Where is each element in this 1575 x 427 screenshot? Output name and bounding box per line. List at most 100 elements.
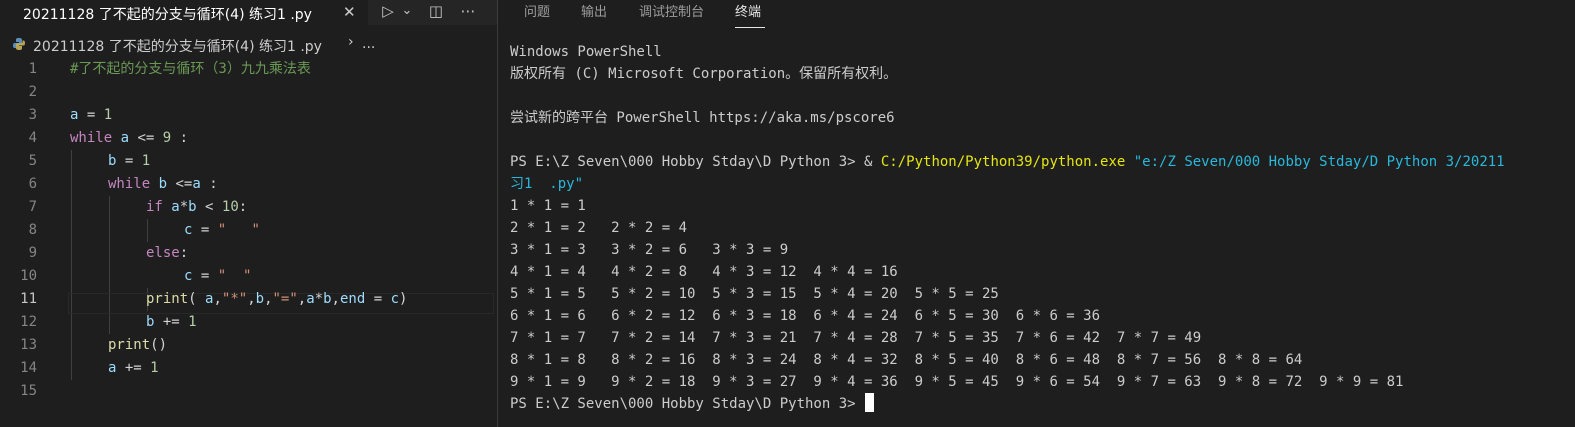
token-operator: += <box>116 360 151 376</box>
token-variable: b <box>158 176 168 192</box>
token-function: print <box>146 291 189 307</box>
token-operator: ) <box>399 291 408 307</box>
line-number: 10 <box>20 268 37 284</box>
terminal-line: 2 * 1 = 2 2 * 2 = 4 <box>510 220 688 236</box>
code-text: c = " " <box>184 219 260 242</box>
code-text: a += 1 <box>108 357 159 380</box>
tab-terminal[interactable]: 终端 <box>735 1 761 20</box>
token-variable: b <box>323 291 332 307</box>
line-number: 3 <box>28 107 37 123</box>
code-line: 7 if a*b < 10: <box>0 196 497 219</box>
token-number: 1 <box>150 360 159 376</box>
code-line: 2 <box>0 81 497 104</box>
line-number: 9 <box>28 245 37 261</box>
python-file-icon <box>13 38 25 50</box>
line-number: 8 <box>28 222 37 238</box>
line-number: 4 <box>28 130 37 146</box>
token-operator: * <box>314 291 324 307</box>
code-text: print() <box>108 334 167 357</box>
terminal-line: 8 * 1 = 8 8 * 2 = 16 8 * 3 = 24 8 * 4 = … <box>510 352 1303 368</box>
code-line: 13 print() <box>0 334 497 357</box>
breadcrumb-file[interactable]: 20211128 了不起的分支与循环(4) 练习1 .py <box>33 36 322 56</box>
close-icon[interactable]: ✕ <box>343 3 356 21</box>
token-keyword: if <box>146 199 163 215</box>
split-editor-icon[interactable]: ◫ <box>426 0 446 25</box>
chevron-down-icon[interactable]: ⌄ <box>400 0 414 25</box>
code-line: 1 #了不起的分支与循环（3）九九乘法表 <box>0 58 497 81</box>
token-operator: , <box>331 291 340 307</box>
terminal-line: 9 * 1 = 9 9 * 2 = 18 9 * 3 = 27 9 * 4 = … <box>510 374 1404 390</box>
token-operator: : <box>200 176 218 192</box>
editor-tab-bar: 20211128 了不起的分支与循环(4) 练习1 .py ✕ ▷ ⌄ ◫ ⋯ <box>0 0 497 25</box>
token-operator: = <box>365 291 391 307</box>
line-number: 2 <box>28 84 37 100</box>
more-actions-icon[interactable]: ⋯ <box>457 0 479 25</box>
editor-pane: 20211128 了不起的分支与循环(4) 练习1 .py ✕ ▷ ⌄ ◫ ⋯ … <box>0 0 497 427</box>
line-number: 12 <box>20 314 37 330</box>
chevron-right-icon: › <box>348 34 354 50</box>
token-operator: = <box>78 107 104 123</box>
token-operator: , <box>297 291 307 307</box>
run-icon[interactable]: ▷ <box>378 0 398 25</box>
token-number: 1 <box>188 314 197 330</box>
line-number: 5 <box>28 153 37 169</box>
code-text: #了不起的分支与循环（3）九九乘法表 <box>70 58 311 81</box>
code-text: else: <box>146 242 188 265</box>
token-keyword: while <box>108 176 151 192</box>
line-number: 14 <box>20 360 37 376</box>
terminal-line: Windows PowerShell <box>510 44 662 60</box>
token-operator: * <box>179 199 189 215</box>
code-text: if a*b < 10: <box>146 196 247 219</box>
active-tab-indicator <box>735 27 765 28</box>
terminal-prompt: PS E:\Z Seven\000 Hobby Stday\D Python 3… <box>510 396 865 412</box>
terminal-arg: "e:/Z Seven/000 Hobby Stday/D Python 3/2… <box>1125 154 1505 170</box>
terminal-line: 4 * 1 = 4 4 * 2 = 8 4 * 3 = 12 4 * 4 = 1… <box>510 264 898 280</box>
token-variable: a <box>306 291 315 307</box>
line-number: 11 <box>20 291 37 307</box>
code-text: c = " " <box>184 265 251 288</box>
token-operator: += <box>154 314 189 330</box>
code-text: b += 1 <box>146 311 197 334</box>
token-variable: a <box>120 130 130 146</box>
tab-problems[interactable]: 问题 <box>524 1 550 20</box>
token-operator: : <box>179 245 189 261</box>
token-variable: b <box>188 199 197 215</box>
code-text: print( a,"*",b,"=",a*b,end = c) <box>146 288 407 311</box>
terminal-line: 6 * 1 = 6 6 * 2 = 12 6 * 3 = 18 6 * 4 = … <box>510 308 1101 324</box>
code-line: 15 <box>0 380 497 403</box>
code-line: 14 a += 1 <box>0 357 497 380</box>
token-operator: () <box>150 337 168 353</box>
breadcrumb-symbols[interactable]: ... <box>362 36 375 52</box>
code-line-active: 11 print( a,"*",b,"=",a*b,end = c) <box>0 288 497 311</box>
token-variable: end <box>339 291 366 307</box>
token-keyword: while <box>70 130 113 146</box>
code-text: a = 1 <box>70 104 112 127</box>
token-number: 1 <box>141 153 151 169</box>
breadcrumb: 20211128 了不起的分支与循环(4) 练习1 .py › ... <box>0 34 497 57</box>
terminal-prompt: PS E:\Z Seven\000 Hobby Stday\D Python 3… <box>510 154 881 170</box>
code-line: 4 while a <= 9 : <box>0 127 497 150</box>
terminal-line: 7 * 1 = 7 7 * 2 = 14 7 * 3 = 21 7 * 4 = … <box>510 330 1202 346</box>
terminal-line: 1 * 1 = 1 <box>510 198 586 214</box>
line-number: 6 <box>28 176 37 192</box>
token-variable: c <box>390 291 400 307</box>
token-operator: = <box>192 222 218 238</box>
token-operator: = <box>192 268 218 284</box>
code-text: b = 1 <box>108 150 150 173</box>
token-string: " " <box>217 268 252 284</box>
token-number: 10 <box>221 199 239 215</box>
editor-tab-label: 20211128 了不起的分支与循环(4) 练习1 .py <box>23 7 312 23</box>
token-operator: <= <box>167 176 193 192</box>
token-keyword: else <box>146 245 180 261</box>
line-number: 1 <box>28 61 37 77</box>
terminal-exe-path: C:/Python/Python39/python.exe <box>880 154 1126 170</box>
terminal-line: 尝试新的跨平台 PowerShell https://aka.ms/pscore… <box>510 110 895 126</box>
token-operator: , <box>264 291 273 307</box>
token-function: print <box>108 337 151 353</box>
tab-output[interactable]: 输出 <box>581 1 607 20</box>
line-number: 13 <box>20 337 37 353</box>
token-operator: < <box>196 199 222 215</box>
tab-debug-console[interactable]: 调试控制台 <box>639 1 704 20</box>
token-variable: a <box>171 199 180 215</box>
editor-tab[interactable]: 20211128 了不起的分支与循环(4) 练习1 .py ✕ <box>0 0 368 25</box>
